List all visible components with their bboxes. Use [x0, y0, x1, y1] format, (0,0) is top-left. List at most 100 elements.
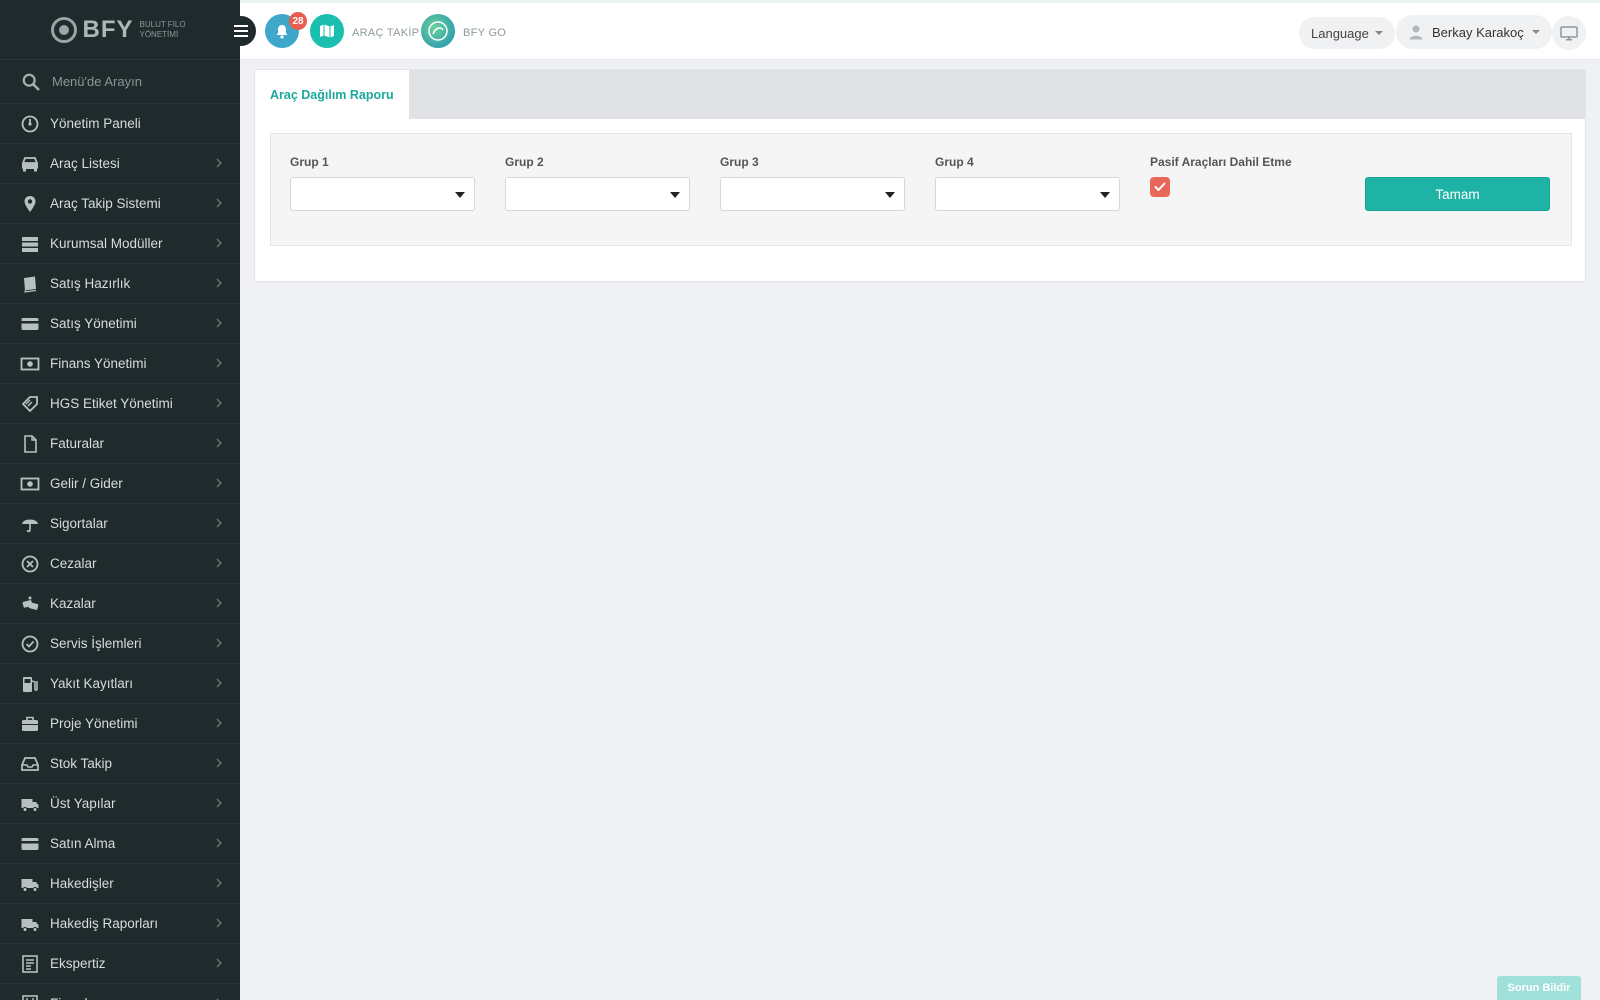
fullscreen-button[interactable] — [1552, 16, 1586, 50]
brand-logo[interactable]: BFY BULUT FİLO YÖNETİMİ — [0, 0, 240, 60]
sidebar-item-13[interactable]: Kazalar — [0, 584, 240, 624]
exclude-passive-checkbox[interactable] — [1150, 177, 1170, 197]
group4-field: Grup 4 — [935, 155, 1120, 211]
sidebar-item-1[interactable]: Yönetim Paneli — [0, 104, 240, 144]
money-icon — [20, 357, 40, 370]
exclude-passive-field: Pasif Araçları Dahil Etme — [1150, 155, 1292, 197]
sidebar-item-15[interactable]: Yakıt Kayıtları — [0, 664, 240, 704]
chevron-right-icon — [216, 718, 222, 728]
chevron-right-icon — [216, 958, 222, 968]
chevron-right-icon — [216, 518, 222, 528]
sidebar-item-14[interactable]: Servis İşlemleri — [0, 624, 240, 664]
sidebar-item-label: Hakedişler — [50, 876, 114, 891]
exclude-passive-label: Pasif Araçları Dahil Etme — [1150, 155, 1292, 169]
dropdown-caret-icon — [455, 192, 465, 198]
sidebar-item-11[interactable]: Sigortalar — [0, 504, 240, 544]
truck-icon — [21, 798, 39, 812]
sidebar-item-10[interactable]: Gelir / Gider — [0, 464, 240, 504]
chevron-right-icon — [216, 198, 222, 208]
sidebar-item-3[interactable]: Araç Takip Sistemi — [0, 184, 240, 224]
sidebar-item-21[interactable]: Hakediş Raporları — [0, 904, 240, 944]
sidebar-item-label: Gelir / Gider — [50, 476, 123, 491]
brand-name: BFY — [82, 15, 134, 43]
bfy-go-logo-icon — [428, 21, 448, 41]
credit-card-icon — [21, 837, 39, 850]
sidebar-item-9[interactable]: Faturalar — [0, 424, 240, 464]
dropdown-caret-icon — [1100, 192, 1110, 198]
sidebar-item-12[interactable]: Cezalar — [0, 544, 240, 584]
sidebar-menu: Yönetim Paneli Araç Listesi Araç Takip Sis… — [0, 104, 240, 1000]
chevron-right-icon — [216, 158, 222, 168]
sidebar-item-label: Araç Listesi — [50, 156, 120, 171]
filter-panel: Grup 1 Grup 2 Grup 3 Grup 4 Pasif Araçla… — [270, 133, 1572, 246]
sidebar-item-label: Yakıt Kayıtları — [50, 676, 134, 691]
truck-icon — [21, 918, 39, 932]
book-icon — [24, 276, 37, 293]
bfy-go-link[interactable]: BFY GO — [463, 27, 506, 39]
group2-label: Grup 2 — [505, 155, 544, 169]
top-header: 28 ARAÇ TAKİP BFY GO Language Berkay Kar… — [226, 0, 1600, 60]
sidebar-item-8[interactable]: HGS Etiket Yönetimi — [0, 384, 240, 424]
sidebar-item-16[interactable]: Proje Yönetimi — [0, 704, 240, 744]
sidebar-item-label: Servis İşlemleri — [50, 636, 142, 651]
chevron-right-icon — [216, 478, 222, 488]
sidebar-item-label: Kurumsal Modüller — [50, 236, 163, 251]
sidebar-item-label: Firmalar — [50, 996, 100, 1000]
chevron-right-icon — [216, 758, 222, 768]
submit-button[interactable]: Tamam — [1365, 177, 1550, 211]
arac-takip-link[interactable]: ARAÇ TAKİP — [352, 27, 419, 39]
truck-icon — [21, 878, 39, 892]
sidebar-item-label: Stok Takip — [50, 756, 113, 771]
chevron-right-icon — [216, 878, 222, 888]
sidebar-item-label: Hakediş Raporları — [50, 916, 159, 931]
server-icon — [22, 236, 38, 252]
group2-select[interactable] — [505, 177, 690, 211]
sidebar-item-5[interactable]: Satış Hazırlık — [0, 264, 240, 304]
umbrella-icon — [22, 519, 38, 532]
group4-select[interactable] — [935, 177, 1120, 211]
group1-select[interactable] — [290, 177, 475, 211]
chevron-right-icon — [216, 598, 222, 608]
bfy-go-button[interactable] — [421, 14, 455, 48]
sidebar-item-label: Ekspertiz — [50, 956, 106, 971]
sidebar-item-22[interactable]: Ekspertiz — [0, 944, 240, 984]
group3-select[interactable] — [720, 177, 905, 211]
chevron-right-icon — [216, 238, 222, 248]
language-dropdown[interactable]: Language — [1299, 17, 1395, 49]
sidebar-item-20[interactable]: Hakedişler — [0, 864, 240, 904]
notification-count-badge: 28 — [289, 12, 307, 30]
sidebar-item-label: Üst Yapılar — [50, 796, 116, 811]
sidebar-item-18[interactable]: Üst Yapılar — [0, 784, 240, 824]
chevron-right-icon — [216, 278, 222, 288]
sidebar-item-label: Cezalar — [50, 556, 97, 571]
arac-takip-button[interactable] — [310, 14, 344, 48]
menu-search[interactable]: Menü'de Arayın — [0, 60, 240, 104]
sidebar-item-label: Finans Yönetimi — [50, 356, 147, 371]
chevron-right-icon — [216, 678, 222, 688]
sidebar-item-6[interactable]: Satış Yönetimi — [0, 304, 240, 344]
group3-label: Grup 3 — [720, 155, 759, 169]
sidebar-item-19[interactable]: Satın Alma — [0, 824, 240, 864]
user-name: Berkay Karakoç — [1432, 24, 1524, 40]
tab-arac-dagilim-raporu[interactable]: Araç Dağılım Raporu — [255, 70, 409, 119]
menu-search-placeholder: Menü'de Arayın — [52, 74, 142, 89]
sidebar-item-7[interactable]: Finans Yönetimi — [0, 344, 240, 384]
sidebar-item-label: Satın Alma — [50, 836, 116, 851]
dashboard-icon — [21, 115, 39, 132]
sidebar-item-label: Faturalar — [50, 436, 105, 451]
report-issue-button[interactable]: Sorun Bildir — [1497, 976, 1581, 1000]
chevron-down-icon — [1531, 30, 1540, 34]
report-icon — [22, 954, 38, 973]
tab-bar: Araç Dağılım Raporu — [255, 70, 1585, 119]
group3-field: Grup 3 — [720, 155, 905, 211]
sidebar-item-23[interactable]: Firmalar — [0, 984, 240, 1000]
user-menu[interactable]: Berkay Karakoç — [1396, 15, 1552, 49]
chevron-right-icon — [216, 358, 222, 368]
sidebar-item-4[interactable]: Kurumsal Modüller — [0, 224, 240, 264]
sidebar-item-17[interactable]: Stok Takip — [0, 744, 240, 784]
briefcase-icon — [22, 716, 38, 731]
menu-toggle-button[interactable] — [226, 16, 256, 46]
language-label: Language — [1311, 25, 1369, 41]
sidebar-item-2[interactable]: Araç Listesi — [0, 144, 240, 184]
search-icon — [22, 73, 40, 90]
